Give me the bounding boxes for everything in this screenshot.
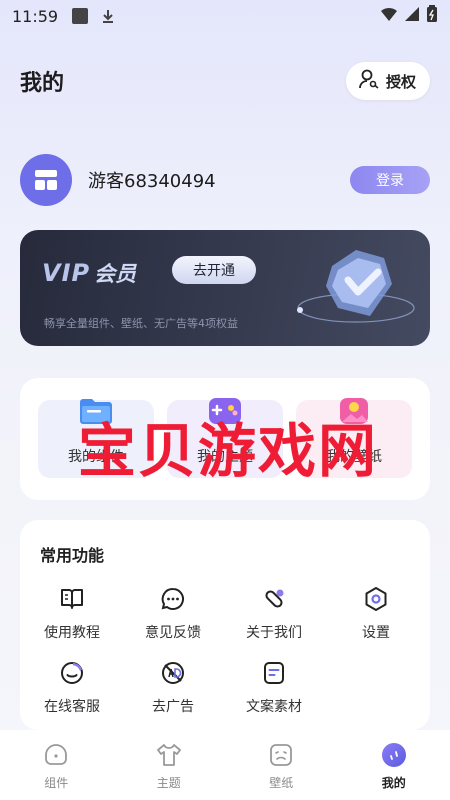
copywriting-item[interactable]: 文案素材 (224, 660, 324, 720)
gamepad-icon (209, 398, 241, 424)
vip-description: 畅享全量组件、壁纸、无广告等4项权益 (44, 317, 238, 330)
chat-icon (161, 587, 184, 610)
authorize-button[interactable]: 授权 (345, 62, 430, 100)
remove-ads-item[interactable]: 去广告 (123, 660, 223, 720)
my-widgets-item[interactable]: 我的组件 (38, 399, 154, 478)
vip-card[interactable]: VIP 会员 去开通 畅享全量组件、壁纸、无广告等4项权益 (20, 230, 430, 346)
wallpaper-icon (270, 744, 293, 766)
profile-icon (381, 743, 406, 767)
open-vip-button[interactable]: 去开通 (172, 256, 256, 284)
my-collection-card: 我的组件 我的主题 我的壁纸 (20, 378, 430, 500)
tab-profile-label: 我的 (381, 776, 406, 790)
feedback-label: 意见反馈 (145, 625, 201, 641)
shirt-icon (156, 744, 181, 766)
signal-icon (404, 6, 420, 26)
tutorial-label: 使用教程 (44, 625, 100, 641)
header: 我的 授权 (20, 60, 430, 102)
vip-logo: VIP 会员 (42, 258, 136, 288)
login-button[interactable]: 登录 (350, 166, 430, 194)
my-wallpapers-item[interactable]: 我的壁纸 (296, 398, 412, 478)
tab-widgets-label: 组件 (44, 776, 69, 790)
folder-icon (80, 399, 112, 424)
copywriting-label: 文案素材 (246, 699, 302, 715)
tutorial-item[interactable]: 使用教程 (22, 586, 122, 646)
vip-logo-text: VIP (42, 259, 91, 287)
customer-service-label: 在线客服 (44, 699, 100, 715)
user-row: 游客68340494 登录 (20, 154, 430, 206)
my-widgets-label: 我的组件 (68, 449, 124, 465)
vip-diamond-icon (297, 250, 415, 323)
customer-service-item[interactable]: 在线客服 (22, 660, 122, 720)
authorize-label: 授权 (385, 72, 416, 91)
page-title: 我的 (20, 71, 65, 96)
tab-themes[interactable]: 主题 (113, 730, 226, 800)
common-functions-title: 常用功能 (40, 546, 105, 565)
avatar[interactable] (20, 154, 72, 206)
settings-item[interactable]: 设置 (326, 586, 426, 646)
layout-icon (35, 170, 57, 190)
tab-wallpapers-label: 壁纸 (269, 776, 294, 790)
settings-icon (365, 587, 387, 611)
feedback-item[interactable]: 意见反馈 (123, 586, 223, 646)
image-icon (340, 398, 368, 424)
no-ad-icon (162, 662, 184, 684)
my-themes-label: 我的主题 (197, 449, 253, 465)
status-time: 11:59 (12, 6, 59, 26)
my-themes-item[interactable]: 我的主题 (167, 398, 283, 478)
remove-ads-label: 去广告 (152, 699, 194, 715)
bottom-tab-bar: 组件 主题 壁纸 我的 (0, 730, 450, 800)
status-bar: 11:59 (0, 0, 450, 32)
smile-icon (61, 662, 83, 684)
battery-icon (426, 5, 438, 27)
book-icon (61, 589, 83, 609)
tab-themes-label: 主题 (156, 776, 181, 790)
about-us-label: 关于我们 (246, 625, 302, 641)
vip-logo-suffix: 会员 (94, 262, 137, 286)
download-icon (100, 8, 116, 24)
tab-widgets[interactable]: 组件 (0, 730, 113, 800)
settings-label: 设置 (362, 625, 390, 641)
my-wallpapers-label: 我的壁纸 (326, 449, 382, 465)
tab-profile[interactable]: 我的 (338, 730, 450, 800)
tab-wallpapers[interactable]: 壁纸 (225, 730, 338, 800)
document-icon (264, 662, 284, 684)
widget-icon (45, 744, 68, 765)
link-icon (265, 589, 284, 608)
about-us-item[interactable]: 关于我们 (224, 586, 324, 646)
common-functions-card: 常用功能 使用教程 意见反馈 关于我们 设置 在线客服 去广告 文案素材 (20, 520, 430, 730)
user-key-icon (358, 68, 380, 94)
username: 游客68340494 (88, 171, 216, 192)
notification-icon (72, 8, 89, 24)
wifi-icon (380, 6, 398, 26)
